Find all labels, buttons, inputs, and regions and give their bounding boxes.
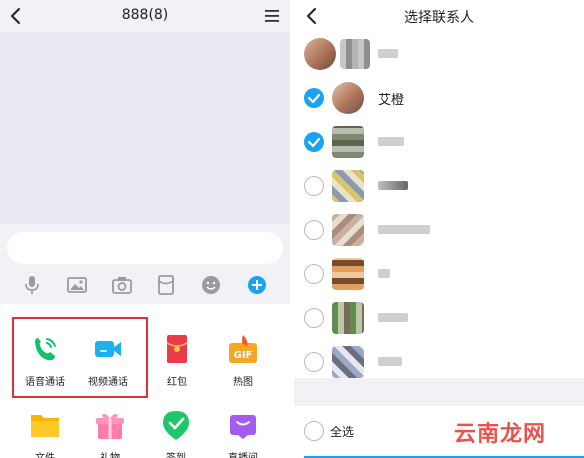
red-envelope-button[interactable]: 红包: [142, 333, 212, 397]
emoji-icon[interactable]: [200, 274, 222, 296]
chat-title: 888(8): [121, 7, 169, 23]
video-call-icon: [95, 341, 121, 357]
contact-name-blurred: [378, 225, 430, 234]
phone-call-icon: [35, 338, 56, 361]
list-spacer: [294, 378, 584, 406]
select-all-label: 全选: [330, 425, 355, 439]
microphone-icon[interactable]: [21, 274, 43, 296]
message-list: [0, 32, 290, 224]
check-icon: [307, 137, 321, 148]
video-call-button[interactable]: 视频通话: [73, 333, 143, 397]
contact-name: 艾橙: [378, 93, 405, 108]
checkbox[interactable]: [304, 421, 324, 441]
checkbox-checked[interactable]: [304, 88, 324, 108]
live-room-label: 直播间: [208, 449, 278, 458]
file-label: 文件: [10, 449, 80, 458]
footer-bar: 全选 云南龙网: [294, 406, 584, 458]
hot-gif-icon: GIF: [229, 335, 257, 363]
avatar: [332, 302, 364, 334]
checkbox[interactable]: [304, 220, 324, 240]
page-title: 选择联系人: [404, 10, 474, 26]
chat-screen: 888(8) 语音通话 视频通话 红包 GIF 热图: [0, 0, 290, 458]
contact-row[interactable]: [294, 208, 584, 252]
contact-name-blurred: [378, 357, 402, 366]
contact-row[interactable]: 艾橙: [294, 76, 584, 120]
checkbox[interactable]: [304, 352, 324, 372]
red-packet-icon[interactable]: [155, 274, 177, 296]
video-call-label: 视频通话: [88, 377, 128, 388]
contact-row[interactable]: [294, 120, 584, 164]
chat-header: 888(8): [0, 0, 290, 32]
contact-name-blurred: [378, 49, 398, 58]
contacts-header: 选择联系人: [294, 0, 584, 32]
select-all-toggle[interactable]: 全选: [304, 420, 364, 442]
contact-name-blurred: [378, 313, 408, 322]
menu-icon[interactable]: [264, 8, 280, 24]
avatar: [332, 82, 364, 114]
avatar: [340, 39, 370, 69]
checkbox[interactable]: [304, 308, 324, 328]
folder-icon: [31, 415, 59, 437]
voice-call-button[interactable]: 语音通话: [10, 333, 80, 397]
file-button[interactable]: 文件: [10, 409, 80, 458]
hot-gif-label: 热图: [233, 377, 253, 388]
live-room-icon: [230, 415, 256, 439]
check-in-icon: [163, 411, 189, 440]
watermark-text: 云南龙网: [454, 422, 547, 447]
check-icon: [307, 93, 321, 104]
avatar: [332, 214, 364, 246]
camera-icon[interactable]: [111, 274, 133, 296]
message-input[interactable]: [7, 232, 283, 264]
image-icon[interactable]: [66, 274, 88, 296]
check-in-button[interactable]: 签到: [141, 409, 211, 458]
avatar: [332, 258, 364, 290]
gift-label: 礼物: [75, 449, 145, 458]
contact-row[interactable]: [294, 252, 584, 296]
gift-button[interactable]: 礼物: [75, 409, 145, 458]
voice-call-label: 语音通话: [25, 377, 65, 388]
select-contacts-screen: 选择联系人 艾橙 全选 云南龙网: [294, 0, 584, 458]
contact-name-blurred: [378, 137, 404, 146]
avatar: [332, 126, 364, 158]
hot-gif-button[interactable]: GIF 热图: [208, 333, 278, 397]
plus-icon[interactable]: [246, 274, 268, 296]
avatar: [332, 170, 364, 202]
svg-text:GIF: GIF: [234, 350, 253, 361]
red-envelope-label: 红包: [167, 377, 187, 388]
checkbox-checked[interactable]: [304, 132, 324, 152]
contact-row[interactable]: [294, 164, 584, 208]
red-envelope-icon: [166, 335, 188, 363]
gift-icon: [96, 413, 124, 439]
contact-name-blurred: [378, 269, 390, 278]
avatar: [332, 346, 364, 378]
check-in-label: 签到: [141, 449, 211, 458]
checkbox[interactable]: [304, 264, 324, 284]
contact-row[interactable]: [294, 32, 584, 76]
avatar: [304, 38, 336, 70]
live-room-button[interactable]: 直播间: [208, 409, 278, 458]
contact-row[interactable]: [294, 296, 584, 340]
checkbox[interactable]: [304, 176, 324, 196]
contact-name-blurred: [378, 181, 408, 190]
